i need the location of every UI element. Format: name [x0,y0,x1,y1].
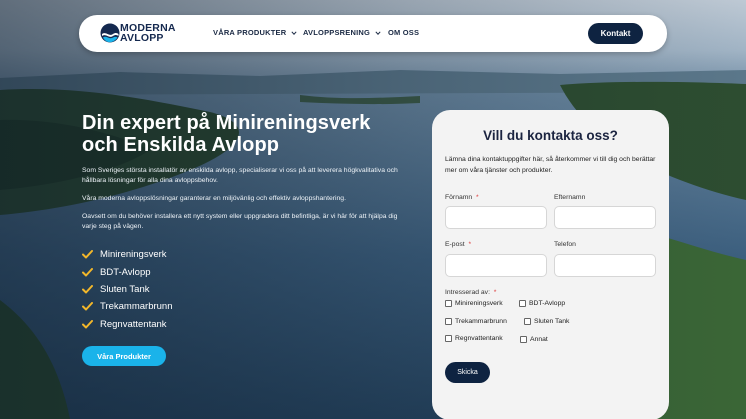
checkbox[interactable] [524,318,531,325]
email-field[interactable] [445,254,547,277]
checklist-label: Trekammarbrunn [100,301,173,313]
option-label: Sluten Tank [534,318,570,325]
hero-paragraph-1: Som Sveriges största installatör av ensk… [82,167,398,184]
required-mark: * [475,194,479,201]
first-name-label-text: Förnamn [445,194,473,201]
checkbox[interactable] [445,300,452,307]
interest-label-text: Intresserad av: [445,289,490,296]
checklist-item: Minireningsverk [82,246,412,263]
checklist-item: Trekammarbrunn [82,298,412,315]
nav-item-label: VÅRA PRODUKTER [213,28,287,37]
first-name-label: Förnamn * [445,194,479,201]
top-navbar: MODERNA AVLOPP VÅRA PRODUKTER AVLOPPSREN… [79,15,667,52]
required-mark: * [468,241,472,248]
nav-item-label: AVLOPPSRENING [303,28,371,37]
checkmark-icon [82,284,93,294]
checkmark-icon [82,319,93,329]
site-logo[interactable]: MODERNA AVLOPP [100,22,180,46]
option-label: Annat [530,336,548,343]
phone-label: Telefon [554,241,576,248]
first-name-field[interactable] [445,206,547,229]
option-label: BDT-Avlopp [529,300,566,307]
hero-section: Din expert på Minireningsverk och Enskil… [82,112,412,366]
nav-item-vara-produkter[interactable]: VÅRA PRODUKTER [213,28,297,37]
hero-paragraph-3: Oavsett om du behöver installera ett nyt… [82,213,398,230]
option-trekammarbrunn[interactable]: Trekammarbrunn [445,318,507,325]
submit-button[interactable]: Skicka [445,362,490,383]
email-label: E-post * [445,241,471,248]
checklist-label: Regnvattentank [100,318,167,330]
chevron-down-icon [375,30,381,35]
form-intro: Lämna dina kontaktuppgifter här, så åter… [445,156,656,174]
checklist-item: Regnvattentank [82,316,412,333]
checkmark-icon [82,250,93,259]
checklist-item: Sluten Tank [82,281,412,298]
checkbox[interactable] [445,335,452,342]
logo-line-2: AVLOPP [120,32,164,44]
option-annat[interactable]: Annat [520,336,548,343]
checkbox[interactable] [520,336,527,343]
option-label: Trekammarbrunn [455,318,507,325]
form-title: Vill du kontakta oss? [483,128,618,143]
email-label-text: E-post [445,241,465,248]
checklist-item: BDT-Avlopp [82,263,412,280]
last-name-label: Efternamn [554,194,586,201]
interest-label: Intresserad av: * [445,289,496,296]
hero-title: Din expert på Minireningsverk och Enskil… [82,112,412,156]
nav-item-om-oss[interactable]: OM OSS [388,28,419,37]
checkbox[interactable] [445,318,452,325]
checklist-label: BDT-Avlopp [100,266,151,278]
required-mark: * [493,289,497,296]
hero-paragraph-2: Våra moderna avloppslösningar garanterar… [82,195,346,202]
chevron-down-icon [291,30,297,35]
option-label: Minireningsverk [455,300,503,307]
checkmark-icon [82,302,93,311]
option-bdt-avlopp[interactable]: BDT-Avlopp [519,300,565,307]
checklist-label: Sluten Tank [100,283,150,295]
logo-wordmark: MODERNA AVLOPP [120,23,176,44]
nav-item-label: OM OSS [388,28,420,37]
last-name-field[interactable] [554,206,656,229]
checkmark-icon [82,267,93,277]
option-sluten-tank[interactable]: Sluten Tank [524,318,569,325]
checklist-label: Minireningsverk [100,249,167,261]
checkbox[interactable] [519,300,526,307]
contact-form-card: Vill du kontakta oss? Lämna dina kontakt… [432,110,669,419]
kontakt-button[interactable]: Kontakt [588,23,643,44]
nav-item-avloppsrening[interactable]: AVLOPPSRENING [303,28,381,37]
option-label: Regnvattentank [455,335,503,342]
hero-title-line-2: och Enskilda Avlopp [82,134,280,156]
option-regnvattentank[interactable]: Regnvattentank [445,335,503,342]
product-checklist: Minireningsverk BDT-Avlopp Sluten Tank T… [82,246,412,333]
vara-produkter-button[interactable]: Våra Produkter [82,346,166,366]
water-drop-logo-icon [100,23,120,43]
hero-title-line-1: Din expert på Minireningsverk [82,112,371,134]
phone-field[interactable] [554,254,656,277]
option-minireningsverk[interactable]: Minireningsverk [445,300,503,307]
